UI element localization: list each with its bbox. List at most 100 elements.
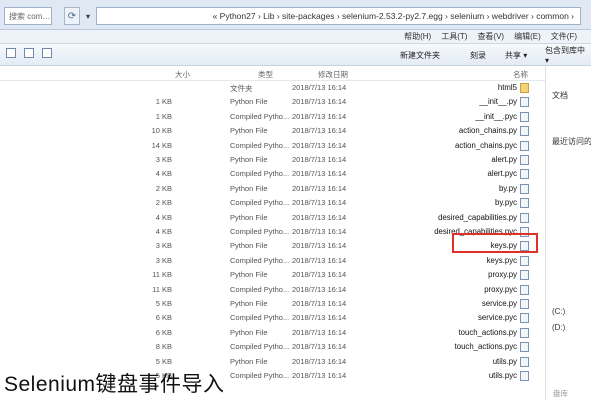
nav-item-documents[interactable]: 文档 [552,90,568,101]
file-name: html5 [497,83,517,92]
file-type: Python File [230,299,268,308]
file-date: 2018/7/13 16:14 [292,198,347,208]
python-file-icon [520,212,529,223]
file-size: 4 KB [155,212,172,222]
include-library-button[interactable]: 包含到库中 ▾ [545,46,591,65]
file-size: 3 KB [155,155,172,164]
column-date[interactable]: 修改日期 [318,69,348,80]
menu-edit[interactable]: 编辑(E) [514,31,541,42]
file-row[interactable]: action_chains.py 2018/7/13 16:14 Python Fi… [0,124,545,138]
file-row[interactable]: alert.pyc 2018/7/13 16:14 Compiled Pytho..… [0,167,545,181]
file-type: Python File [230,212,268,222]
file-row[interactable]: html5 2018/7/13 16:14 文件夹 [0,81,545,95]
file-row[interactable]: __init__.py 2018/7/13 16:14 Python File 1 K… [0,95,545,109]
address-toolbar: 搜索 com… ⟳ ▾ « Python27 › Lib › site-pack… [0,0,591,30]
file-date: 2018/7/13 16:14 [292,140,347,150]
search-input[interactable]: 搜索 com… [4,7,52,25]
file-type: Compiled Pytho... [230,342,290,352]
python-file-icon [520,198,529,209]
file-name: touch_actions.pyc [454,342,517,352]
column-type[interactable]: 类型 [258,69,273,80]
file-size: 10 KB [151,126,172,136]
menu-tools[interactable]: 工具(T) [441,31,467,42]
file-size: 2 KB [155,183,172,193]
file-size: 1 KB [155,97,172,107]
view-controls [6,48,52,58]
python-file-icon [520,342,529,353]
python-file-icon [520,183,529,194]
file-size: 3 KB [155,241,172,251]
change-view-icon[interactable] [42,48,52,58]
share-button[interactable]: 共享 ▾ [505,48,527,62]
file-name: keys.pyc [486,255,517,265]
nav-label: 最近访问的位置 [552,137,591,146]
file-row[interactable]: utils.py 2018/7/13 16:14 Python File 5 KB [0,355,545,369]
new-folder-button[interactable]: 新建文件夹 [400,48,440,62]
preview-pane-icon[interactable] [24,48,34,58]
file-date: 2018/7/13 16:14 [292,342,347,352]
address-dropdown-button[interactable]: ▾ [82,7,94,25]
file-row[interactable]: proxy.py 2018/7/13 16:14 Python File 11 KB [0,268,545,282]
file-row[interactable]: alert.py 2018/7/13 16:14 Python File 3 KB [0,153,545,167]
file-name: alert.pyc [487,169,517,179]
file-date: 2018/7/13 16:14 [292,270,347,280]
nav-item-drive-d[interactable]: (D:) [552,323,565,332]
nav-item-recent[interactable]: 最近访问的位置 [552,136,591,147]
menu-file[interactable]: 文件(F) [551,31,577,42]
file-name: proxy.pyc [484,284,517,294]
navigation-pane: 文档 最近访问的位置 (C:) (D:) [545,66,591,400]
file-type: Python File [230,126,268,136]
file-date: 2018/7/13 16:14 [292,155,347,164]
file-size: 4 KB [155,227,172,236]
file-row[interactable]: touch_actions.pyc 2018/7/13 16:14 Compiled… [0,340,545,354]
file-date: 2018/7/13 16:14 [292,126,347,136]
python-file-icon [520,327,529,338]
nav-label: (C:) [552,307,566,316]
python-file-icon [520,111,529,122]
burn-button[interactable]: 刻录 [470,48,486,62]
file-name: action_chains.py [458,126,517,136]
file-name: proxy.py [488,270,517,280]
file-row[interactable]: __init__.pyc 2018/7/13 16:14 Compiled Pyth… [0,110,545,124]
help-icon[interactable] [6,48,16,58]
file-type: Compiled Pytho... [230,198,290,208]
file-size: 5 KB [155,356,172,366]
file-row[interactable]: service.pyc 2018/7/13 16:14 Compiled Pytho… [0,311,545,325]
share-label: 共享 ▾ [505,50,528,60]
file-name: __init__.py [479,97,517,107]
file-row[interactable]: keys.pyc 2018/7/13 16:14 Compiled Pytho...… [0,254,545,268]
file-row[interactable]: by.pyc 2018/7/13 16:14 Compiled Pytho... 2 … [0,196,545,210]
file-date: 2018/7/13 16:14 [292,313,347,323]
file-row[interactable]: touch_actions.py 2018/7/13 16:14 Python Fi… [0,326,545,340]
address-bar[interactable]: « Python27 › Lib › site-packages › selen… [96,7,581,25]
nav-item-drive-c[interactable]: (C:) [552,307,565,316]
file-type: Python File [230,183,268,193]
python-file-icon [520,169,529,180]
file-row[interactable]: by.py 2018/7/13 16:14 Python File 2 KB [0,182,545,196]
brand-watermark: 盘库 [553,389,568,398]
file-row[interactable]: action_chains.pyc 2018/7/13 16:14 Compiled… [0,139,545,153]
highlight-box [452,233,538,253]
file-size: 5 KB [155,299,172,308]
file-row[interactable]: desired_capabilities.py 2018/7/13 16:14 Py… [0,211,545,225]
menu-help[interactable]: 帮助(H) [404,31,431,42]
file-name: utils.pyc [488,371,517,380]
refresh-button[interactable]: ⟳ [64,7,80,25]
file-date: 2018/7/13 16:14 [292,227,347,236]
file-date: 2018/7/13 16:14 [292,212,347,222]
file-name: service.py [481,299,517,308]
file-type: Compiled Pytho... [230,371,290,380]
python-file-icon [520,126,529,137]
column-size[interactable]: 大小 [175,69,190,80]
file-type: Python File [230,270,268,280]
file-row[interactable]: service.py 2018/7/13 16:14 Python File 5 KB [0,297,545,311]
python-file-icon [520,284,529,295]
column-name[interactable]: 名称 [513,69,528,80]
menu-view[interactable]: 查看(V) [477,31,504,42]
file-size: 2 KB [155,198,172,208]
nav-label: (D:) [552,323,566,332]
file-date: 2018/7/13 16:14 [292,356,347,366]
include-library-label: 包含到库中 ▾ [545,46,585,65]
folder-icon [520,83,529,93]
file-row[interactable]: proxy.pyc 2018/7/13 16:14 Compiled Pytho..… [0,283,545,297]
